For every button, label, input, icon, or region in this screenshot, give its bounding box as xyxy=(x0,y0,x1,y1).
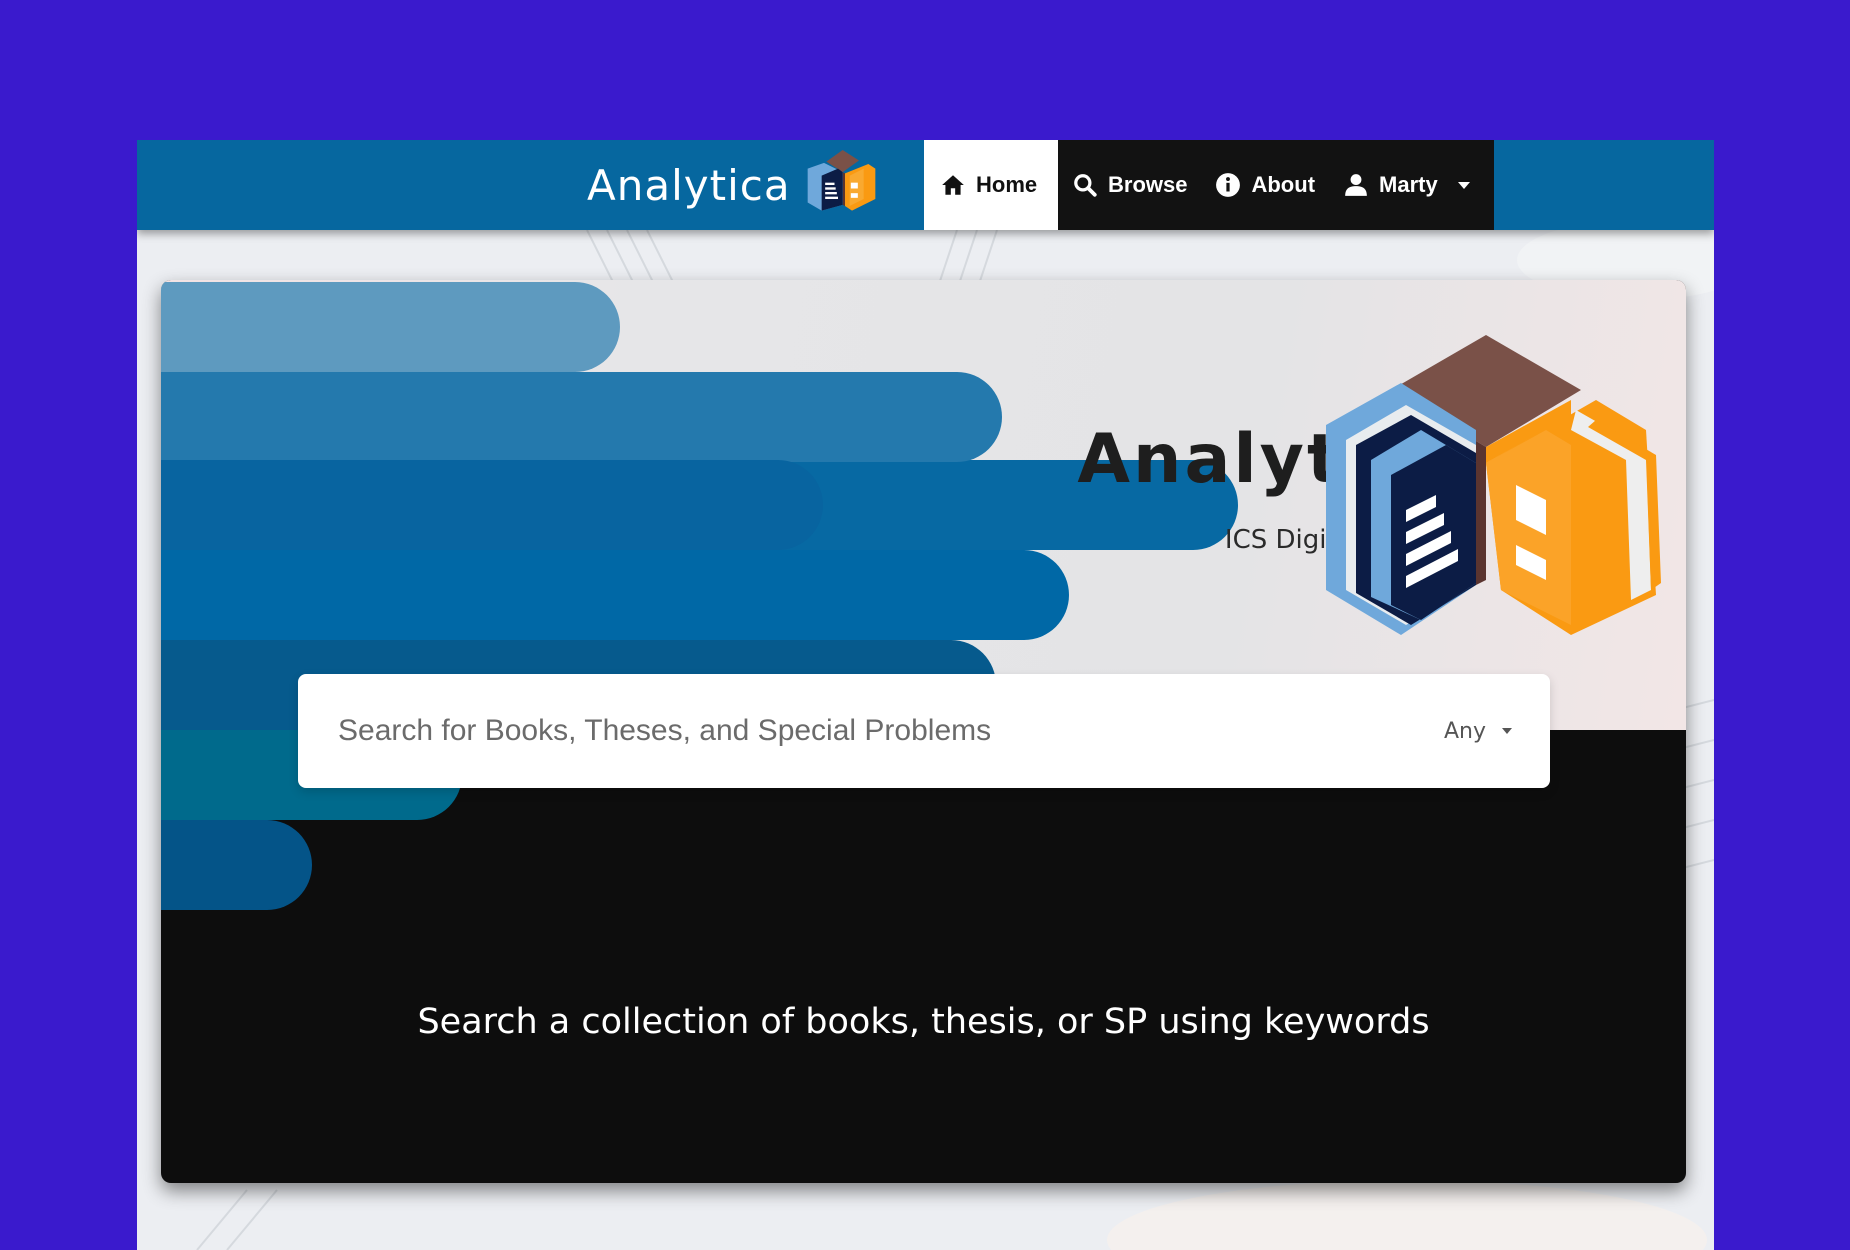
nav-user-label: Marty xyxy=(1379,172,1438,197)
brand[interactable]: Analytica xyxy=(587,140,887,230)
nav-user-menu[interactable]: Marty xyxy=(1329,140,1484,230)
nav-menu: Home Browse About Marty xyxy=(924,140,1494,230)
nav-home[interactable]: Home xyxy=(924,140,1058,230)
chevron-down-icon xyxy=(1457,181,1470,189)
search-filter-dropdown[interactable]: Any xyxy=(1444,719,1512,744)
brand-name: Analytica xyxy=(587,160,791,210)
info-icon xyxy=(1216,173,1241,197)
app-window: Analytica Home Browse About Marty Analyt… xyxy=(137,140,1714,1250)
nav-browse[interactable]: Browse xyxy=(1058,140,1201,230)
search-filter-value: Any xyxy=(1443,718,1486,744)
search-icon xyxy=(1074,174,1097,197)
analytica-logo-icon xyxy=(807,150,875,211)
hero-tagline: Search a collection of books, thesis, or… xyxy=(417,1002,1430,1042)
user-icon xyxy=(1345,174,1367,196)
search-input[interactable] xyxy=(336,713,1444,749)
search-bar: Any xyxy=(298,674,1550,788)
nav-about-label: About xyxy=(1251,172,1316,197)
chevron-down-icon xyxy=(1502,728,1512,734)
nav-home-label: Home xyxy=(976,172,1038,197)
nav-browse-label: Browse xyxy=(1108,172,1188,197)
top-navbar: Analytica Home Browse About Marty xyxy=(137,140,1714,230)
analytica-books-logo-icon xyxy=(1326,335,1661,635)
hero-card: Analytica ICS Digital Library xyxy=(161,280,1686,1183)
home-icon xyxy=(942,175,964,195)
nav-about[interactable]: About xyxy=(1201,140,1329,230)
